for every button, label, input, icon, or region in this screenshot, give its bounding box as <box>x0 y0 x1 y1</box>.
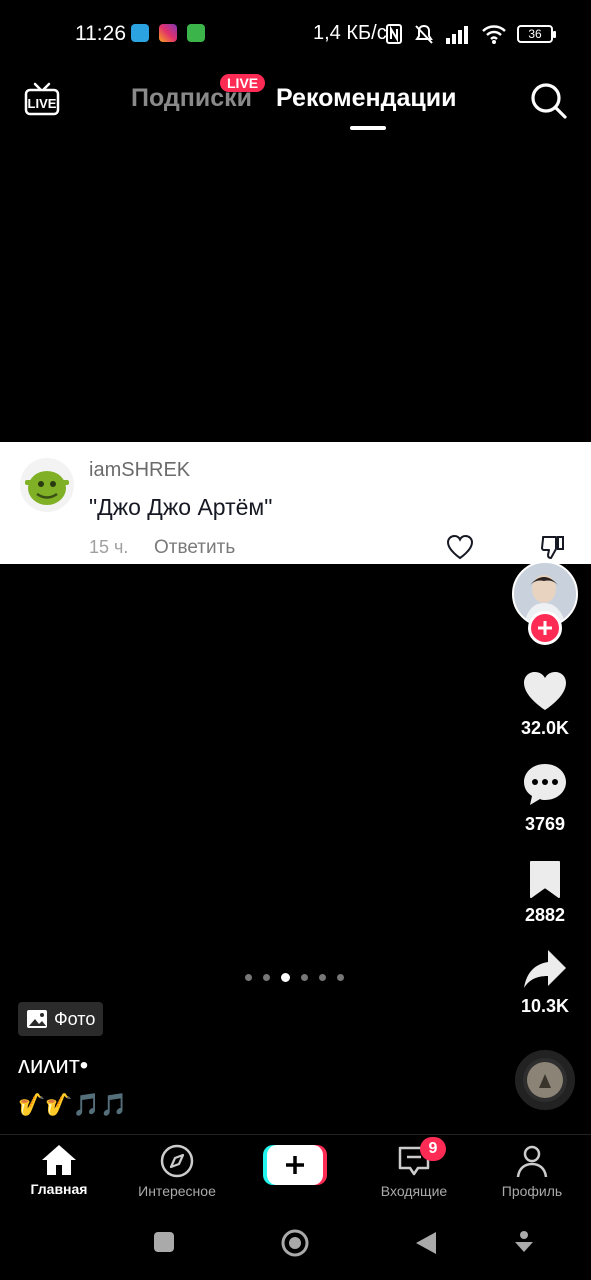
bottom-nav: Главная Интересное Входящие 9 Профиль <box>0 1134 591 1206</box>
pager-dot <box>263 974 270 981</box>
comment-text: "Джо Джо Артём" <box>89 494 273 520</box>
compass-icon <box>160 1144 194 1178</box>
active-tab-indicator <box>350 126 386 130</box>
comment-username[interactable]: iamSHREK <box>89 459 190 482</box>
heart-icon[interactable] <box>522 670 568 712</box>
comment-like-icon[interactable] <box>446 534 474 560</box>
nav-home-label: Главная <box>30 1181 88 1197</box>
music-cover <box>527 1062 563 1098</box>
live-badge: LIVE <box>220 74 266 92</box>
live-icon-text: LIVE <box>28 96 57 111</box>
nav-inbox-label: Входящие <box>380 1183 448 1199</box>
save-action[interactable]: 2882 <box>514 859 576 926</box>
recents-icon[interactable] <box>152 1230 176 1254</box>
top-nav: LIVE Подписки LIVE Рекомендации <box>0 68 591 138</box>
nav-inbox[interactable]: Входящие <box>359 1143 469 1199</box>
signal-icon <box>446 26 468 44</box>
nav-discover[interactable]: Интересное <box>122 1143 232 1199</box>
post-author[interactable]: ʌиʌит• <box>18 1052 88 1080</box>
save-count: 2882 <box>524 905 566 925</box>
comment-bubble-icon[interactable] <box>522 762 568 808</box>
telegram-notification-icon <box>131 24 149 42</box>
pinned-comment-card[interactable]: iamSHREK "Джо Джо Артём" 15 ч. Ответить <box>0 442 591 564</box>
pager-dot <box>245 974 252 981</box>
back-icon[interactable] <box>414 1230 438 1256</box>
home-icon <box>42 1145 76 1175</box>
create-plus-icon <box>263 1145 327 1185</box>
share-count: 10.3K <box>520 996 570 1016</box>
gesture-down-icon[interactable] <box>512 1230 536 1256</box>
home-circle-icon[interactable] <box>280 1228 310 1258</box>
inbox-badge: 9 <box>420 1137 446 1161</box>
pager-dot <box>281 973 290 982</box>
like-action[interactable]: 32.0K <box>514 670 576 739</box>
nfc-icon <box>386 24 402 44</box>
photo-pager <box>245 973 344 982</box>
comment-action[interactable]: 3769 <box>514 762 576 835</box>
status-bar: 11:26 1,4 КБ/с 36 <box>0 0 591 68</box>
instagram-notification-icon <box>159 24 177 42</box>
app-notification-icon <box>187 24 205 42</box>
wifi-icon <box>482 25 506 44</box>
system-nav-bar <box>0 1206 591 1280</box>
share-action[interactable]: 10.3K <box>514 948 576 1017</box>
nav-home[interactable]: Главная <box>4 1143 114 1197</box>
status-time: 11:26 <box>75 22 126 45</box>
bookmark-icon[interactable] <box>528 859 562 899</box>
post-caption: 🎷🎷🎵🎵 <box>18 1092 128 1117</box>
music-disc-icon[interactable] <box>515 1050 575 1110</box>
search-icon[interactable] <box>528 80 568 120</box>
mute-icon <box>415 24 433 44</box>
pager-dot <box>319 974 326 981</box>
photo-badge-label: Фото <box>54 1008 96 1029</box>
pager-dot <box>301 974 308 981</box>
tab-for-you[interactable]: Рекомендации <box>276 84 456 113</box>
comment-time: 15 ч. <box>89 537 129 557</box>
pager-dot <box>337 974 344 981</box>
nav-discover-label: Интересное <box>138 1183 216 1199</box>
like-count: 32.0K <box>520 718 570 738</box>
photo-badge: Фото <box>18 1002 104 1036</box>
nav-profile-label: Профиль <box>501 1183 563 1199</box>
share-arrow-icon[interactable] <box>522 948 568 990</box>
comment-dislike-icon[interactable] <box>540 534 566 560</box>
follow-button[interactable] <box>528 611 562 645</box>
create-button[interactable] <box>263 1145 327 1185</box>
profile-icon <box>516 1145 548 1178</box>
live-tv-icon[interactable]: LIVE <box>24 82 60 116</box>
photo-icon <box>27 1010 47 1028</box>
reply-button[interactable]: Ответить <box>154 537 235 559</box>
nav-profile[interactable]: Профиль <box>477 1143 587 1199</box>
network-speed: 1,4 КБ/с <box>313 22 387 44</box>
comment-count: 3769 <box>524 814 566 834</box>
battery-indicator: 36 <box>517 25 556 43</box>
commenter-avatar[interactable] <box>20 458 74 512</box>
